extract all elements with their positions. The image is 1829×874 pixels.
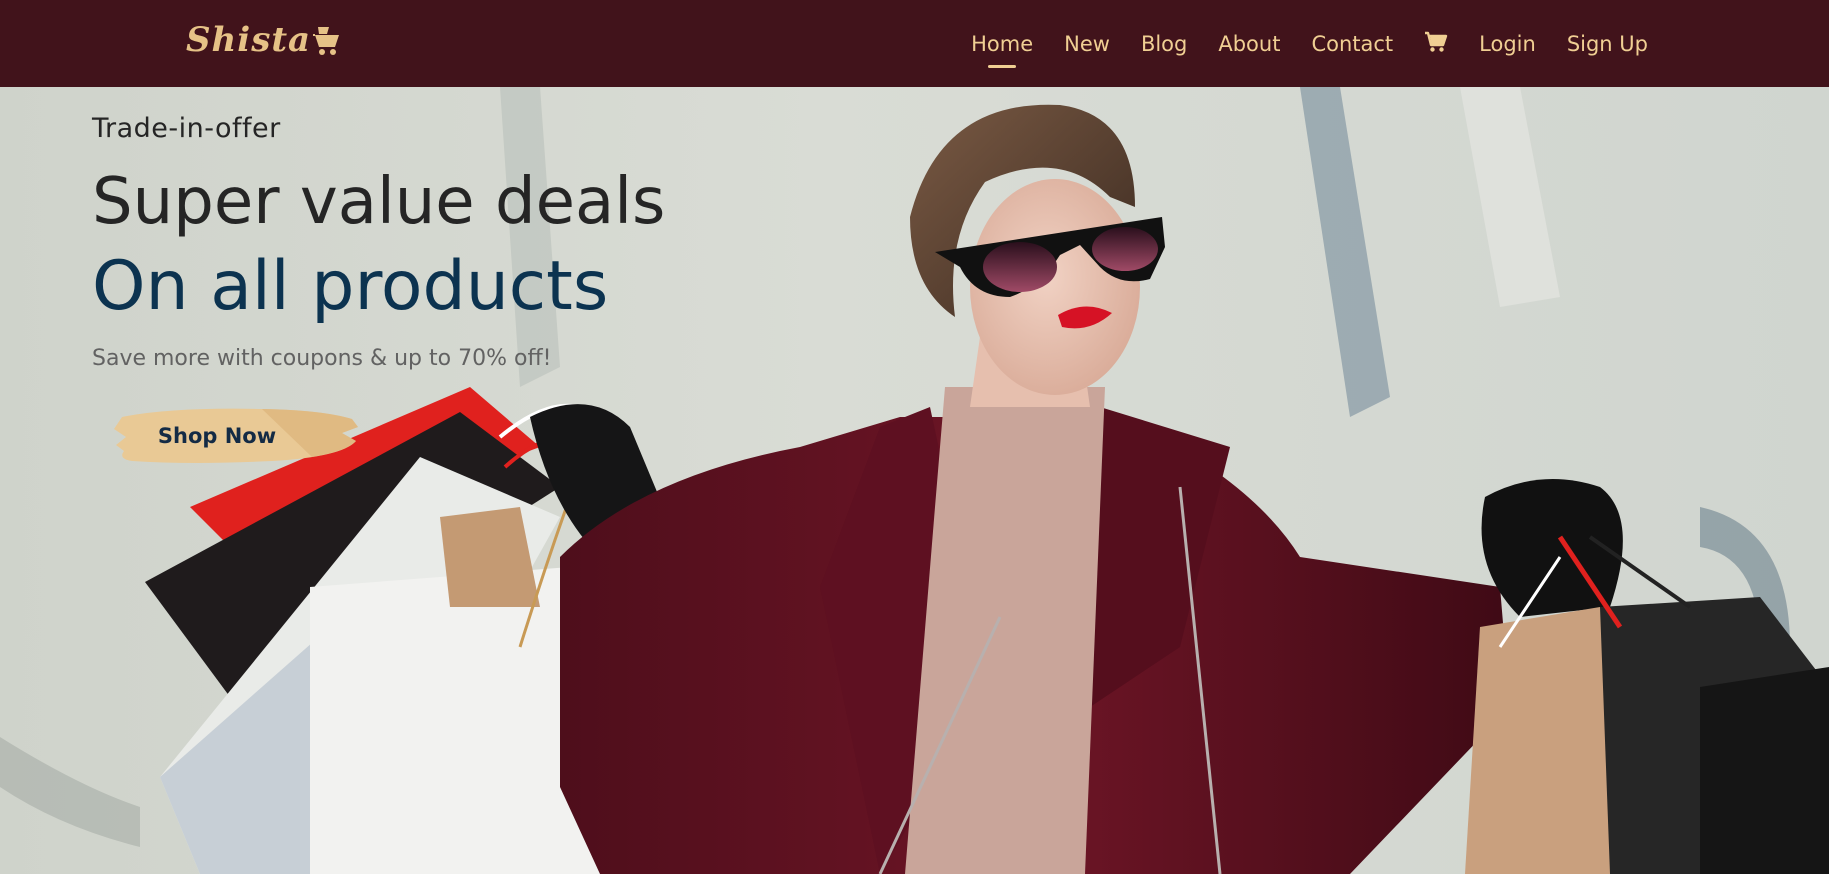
nav-blog[interactable]: Blog xyxy=(1141,32,1187,56)
nav-new[interactable]: New xyxy=(1064,32,1110,56)
hero-eyebrow: Trade-in-offer xyxy=(92,113,281,144)
navbar: Shista Home New Blog About Contact Login… xyxy=(0,0,1829,87)
hero-section: Trade-in-offer Super value deals On all … xyxy=(0,87,1829,874)
hero-headline: Super value deals xyxy=(92,165,666,239)
hero-note: Save more with coupons & up to 70% off! xyxy=(92,346,552,371)
hero-subheadline: On all products xyxy=(92,247,609,326)
nav-signup[interactable]: Sign Up xyxy=(1567,32,1648,56)
nav-contact[interactable]: Contact xyxy=(1311,32,1393,56)
shopping-cart-icon xyxy=(313,27,340,55)
cart-icon xyxy=(1425,31,1448,52)
shop-now-button[interactable]: Shop Now xyxy=(112,405,360,467)
nav-login[interactable]: Login xyxy=(1479,32,1536,56)
landing-page: Shista Home New Blog About Contact Login… xyxy=(0,0,1829,874)
shop-now-label: Shop Now xyxy=(157,424,277,448)
nav-about[interactable]: About xyxy=(1218,32,1280,56)
main-nav: Home New Blog About Contact Login Sign U… xyxy=(971,0,1648,87)
brand-name: Shista xyxy=(186,20,312,60)
nav-cart-link[interactable] xyxy=(1424,29,1448,58)
brand-logo[interactable]: Shista xyxy=(186,18,342,62)
nav-home[interactable]: Home xyxy=(971,32,1033,68)
